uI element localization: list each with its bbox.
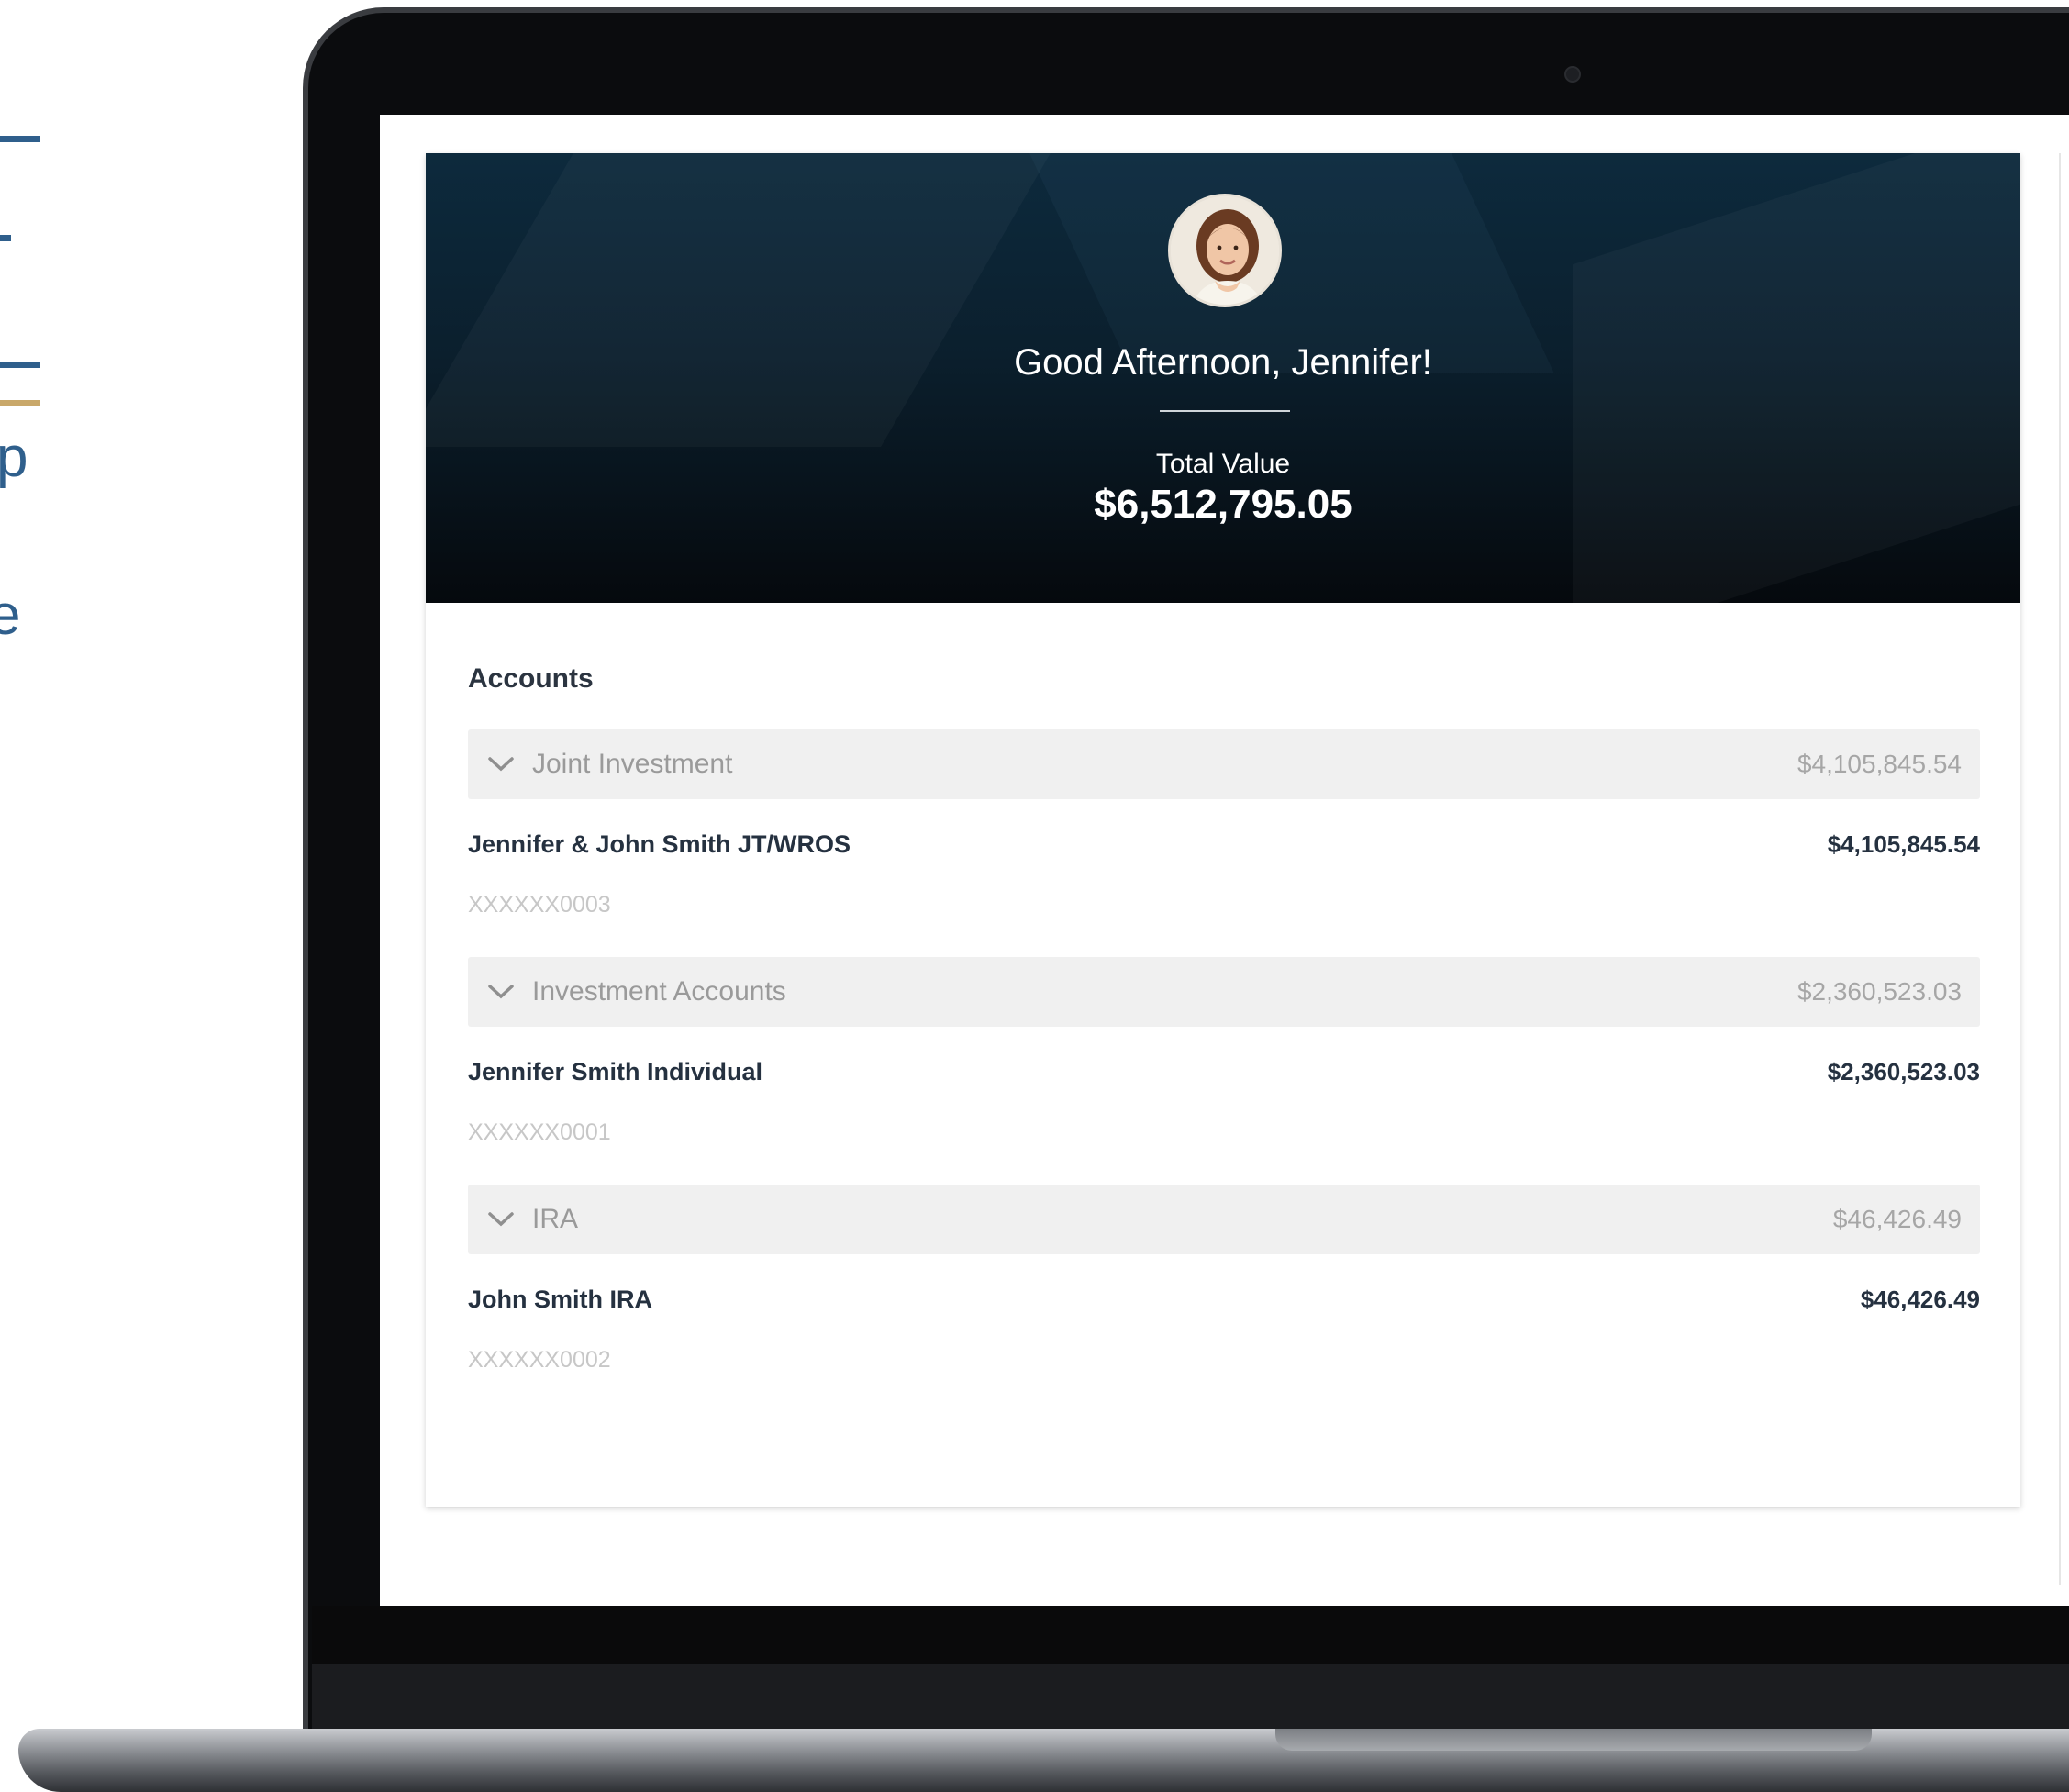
brand-line: [0, 136, 40, 142]
welcome-banner: Good Afternoon, Jennifer! Total Value $6…: [426, 153, 2020, 603]
account-row[interactable]: John Smith IRA $46,426.49: [468, 1286, 1980, 1314]
account-group-total: $46,426.49: [1832, 1205, 1962, 1233]
brand-fragment: p e: [0, 0, 55, 661]
account-group-name: IRA: [532, 1204, 579, 1234]
laptop-chin: [312, 1664, 2069, 1731]
account-group-header[interactable]: Joint Investment $4,105,845.54: [468, 729, 1980, 799]
brand-text-fragment: p: [0, 426, 28, 489]
account-group-investment-accounts: Investment Accounts $2,360,523.03 Jennif…: [468, 957, 1980, 1146]
account-value: $2,360,523.03: [1827, 1058, 1980, 1085]
accounts-section: Accounts Joint Investment $4,105,845.54 …: [426, 603, 2020, 1374]
account-number: XXXXXX0001: [468, 1119, 611, 1145]
accounts-title: Accounts: [468, 663, 594, 694]
account-group-total: $2,360,523.03: [1796, 977, 1962, 1006]
brand-line: [0, 235, 11, 241]
chevron-down-icon[interactable]: [484, 1203, 517, 1236]
greeting-text: Good Afternoon, Jennifer!: [1014, 342, 1432, 383]
account-group-name: Investment Accounts: [532, 976, 786, 1007]
dashboard-card: Good Afternoon, Jennifer! Total Value $6…: [426, 153, 2020, 1507]
account-row[interactable]: Jennifer Smith Individual $2,360,523.03: [468, 1058, 1980, 1086]
account-group-ira: IRA $46,426.49 John Smith IRA $46,426.49…: [468, 1185, 1980, 1374]
account-number: XXXXXX0002: [468, 1347, 611, 1373]
account-name[interactable]: Jennifer & John Smith JT/WROS: [468, 830, 851, 859]
camera-icon: [1564, 66, 1581, 83]
account-value: $4,105,845.54: [1827, 830, 1980, 858]
account-group-name: Joint Investment: [532, 749, 733, 779]
chevron-down-icon[interactable]: [484, 975, 517, 1008]
account-group-header[interactable]: Investment Accounts $2,360,523.03: [468, 957, 1980, 1027]
brand-line: [0, 362, 40, 368]
chevron-down-icon[interactable]: [484, 748, 517, 781]
greeting-divider: [1160, 410, 1290, 412]
total-value-amount: $6,512,795.05: [1094, 482, 1352, 527]
brand-text-fragment: e: [0, 584, 21, 647]
account-name[interactable]: Jennifer Smith Individual: [468, 1058, 762, 1086]
account-number: XXXXXX0003: [468, 892, 611, 918]
account-group-header[interactable]: IRA $46,426.49: [468, 1185, 1980, 1254]
user-avatar[interactable]: [1168, 194, 1282, 307]
laptop-hinge-notch: [1275, 1729, 1872, 1751]
laptop-bezel: [312, 1606, 2069, 1664]
account-group-joint-investment: Joint Investment $4,105,845.54 Jennifer …: [468, 729, 1980, 918]
account-value: $46,426.49: [1860, 1286, 1980, 1313]
account-name[interactable]: John Smith IRA: [468, 1286, 652, 1314]
account-row[interactable]: Jennifer & John Smith JT/WROS $4,105,845…: [468, 830, 1980, 859]
brand-accent-line: [0, 400, 40, 406]
side-panel-edge: [2059, 153, 2069, 1585]
account-group-total: $4,105,845.54: [1796, 750, 1962, 778]
laptop-screen: Good Afternoon, Jennifer! Total Value $6…: [380, 115, 2069, 1606]
total-value-label: Total Value: [1155, 449, 1291, 479]
